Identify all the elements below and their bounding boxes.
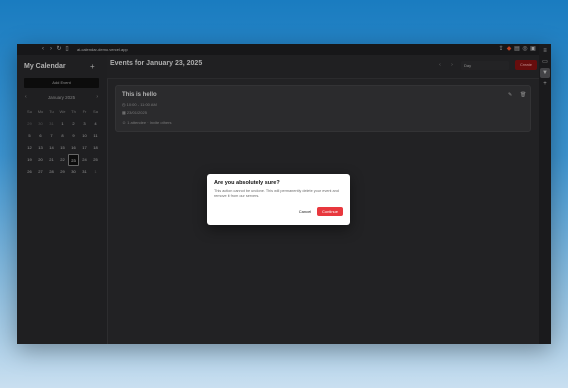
dialog-title: Are you absolutely sure?: [214, 180, 280, 186]
cancel-button[interactable]: Cancel: [296, 207, 314, 216]
browser-window: ‹ › ↻ ▯ ai-calendar-demo.vercel.app ⇪ ◆ …: [17, 44, 551, 344]
continue-button[interactable]: Continue: [317, 207, 343, 216]
dialog-description: This action cannot be undone. This will …: [214, 189, 339, 198]
confirm-delete-dialog: Are you absolutely sure? This action can…: [207, 174, 350, 225]
